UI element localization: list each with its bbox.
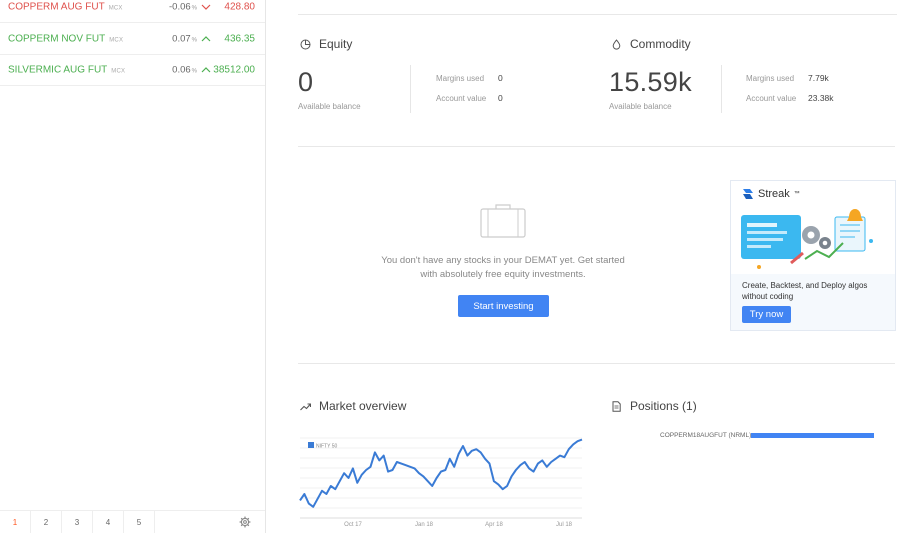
commodity-balance: 15.59k bbox=[609, 67, 692, 97]
market-chart-svg: NIFTY 50 Oct 17 Jan 18 Apr 18 Jul 18 bbox=[299, 437, 583, 528]
positions-header: Positions (1) bbox=[611, 399, 697, 413]
commodity-account-value: 23.38k bbox=[808, 93, 834, 103]
chart-legend-label: NIFTY 50 bbox=[316, 444, 338, 450]
page-tab-5[interactable]: 5 bbox=[124, 511, 155, 533]
positions-title: Positions (1) bbox=[630, 399, 697, 413]
market-chart: NIFTY 50 Oct 17 Jan 18 Apr 18 Jul 18 bbox=[298, 432, 584, 530]
commodity-margins-label: Margins used bbox=[746, 74, 795, 83]
empty-holdings-message: You don't have any stocks in your DEMAT … bbox=[381, 255, 625, 280]
price-value: 436.35 bbox=[224, 33, 255, 45]
change-value: 0.06% bbox=[172, 64, 197, 76]
commodity-header: Commodity bbox=[611, 37, 691, 51]
chart-x-tick-label: Jan 18 bbox=[415, 522, 434, 528]
document-icon bbox=[612, 400, 621, 412]
commodity-account-label: Account value bbox=[746, 94, 797, 103]
app-root: COPPERM AUG FUT MCX -0.06% 428.80 COPPERM… bbox=[0, 0, 897, 533]
price-value: 428.80 bbox=[224, 1, 255, 13]
algo-illustration-icon bbox=[741, 209, 873, 269]
equity-balance: 0 bbox=[298, 67, 314, 97]
equity-margins-value: 0 bbox=[498, 73, 503, 83]
exchange-label: MCX bbox=[108, 5, 123, 12]
price-value: 38512.00 bbox=[213, 64, 255, 76]
instrument-name: COPPERM AUG FUT MCX bbox=[8, 1, 123, 13]
exchange-label: MCX bbox=[109, 37, 124, 44]
top-divider bbox=[298, 14, 897, 15]
pie-chart-icon bbox=[300, 39, 311, 49]
streak-description: Create, Backtest, and Deploy algos witho… bbox=[742, 281, 868, 301]
page-tab-3[interactable]: 3 bbox=[62, 511, 93, 533]
trending-up-icon bbox=[300, 402, 311, 410]
position-bar[interactable] bbox=[751, 433, 874, 438]
streak-promo-card[interactable]: Streak ™ Create, Backtest, and Deploy alg… bbox=[730, 180, 896, 331]
streak-logo-icon bbox=[743, 189, 753, 199]
chart-x-tick-label: Jul 18 bbox=[556, 522, 573, 528]
equity-title: Equity bbox=[319, 37, 353, 51]
drop-icon bbox=[612, 38, 621, 50]
equity-header: Equity bbox=[300, 37, 352, 51]
equity-margins-label: Margins used bbox=[436, 74, 485, 83]
equity-account-value: 0 bbox=[498, 93, 503, 103]
chevron-up-icon bbox=[201, 67, 211, 73]
page-tab-1[interactable]: 1 bbox=[0, 511, 31, 533]
chart-x-tick-label: Apr 18 bbox=[485, 522, 503, 528]
gear-icon[interactable] bbox=[239, 516, 251, 528]
section-divider bbox=[298, 146, 895, 147]
chevron-up-icon bbox=[201, 36, 211, 42]
equity-account-label: Account value bbox=[436, 94, 487, 103]
chevron-down-icon bbox=[201, 4, 211, 10]
commodity-separator bbox=[721, 65, 722, 113]
commodity-margins-value: 7.79k bbox=[808, 73, 829, 83]
position-label: COPPERM18AUGFUT (NRML) bbox=[660, 432, 752, 439]
instrument-name: COPPERM NOV FUT MCX bbox=[8, 33, 124, 45]
change-value: 0.07% bbox=[172, 33, 197, 45]
chart-legend-swatch bbox=[308, 442, 314, 448]
instrument-name: SILVERMIC AUG FUT MCX bbox=[8, 64, 126, 76]
watchlist-row[interactable]: COPPERM AUG FUT MCX -0.06% 428.80 bbox=[0, 0, 265, 23]
briefcase-icon bbox=[480, 204, 526, 238]
commodity-balance-label: Available balance bbox=[609, 102, 672, 111]
commodity-title: Commodity bbox=[630, 37, 691, 51]
page-tab-2[interactable]: 2 bbox=[31, 511, 62, 533]
change-value: -0.06% bbox=[169, 1, 197, 13]
equity-balance-label: Available balance bbox=[298, 102, 361, 111]
streak-logo: Streak ™ bbox=[742, 188, 800, 200]
streak-illustration-area: Streak ™ bbox=[731, 181, 895, 274]
market-overview-title: Market overview bbox=[319, 399, 407, 413]
watchlist-panel: COPPERM AUG FUT MCX -0.06% 428.80 COPPERM… bbox=[0, 0, 266, 533]
page-tab-4[interactable]: 4 bbox=[93, 511, 124, 533]
watchlist-row[interactable]: COPPERM NOV FUT MCX 0.07% 436.35 bbox=[0, 24, 265, 55]
chart-series-line bbox=[299, 438, 583, 508]
exchange-label: MCX bbox=[111, 68, 126, 75]
watchlist-row[interactable]: SILVERMIC AUG FUT MCX 0.06% 38512.00 bbox=[0, 55, 265, 86]
start-investing-button[interactable]: Start investing bbox=[458, 295, 549, 317]
equity-separator bbox=[410, 65, 411, 113]
chart-x-tick-label: Oct 17 bbox=[344, 522, 362, 528]
section-divider bbox=[298, 363, 895, 364]
try-now-button[interactable]: Try now bbox=[742, 306, 791, 323]
watchlist-pager: 1 2 3 4 5 bbox=[0, 510, 265, 533]
market-overview-header: Market overview bbox=[300, 399, 406, 413]
